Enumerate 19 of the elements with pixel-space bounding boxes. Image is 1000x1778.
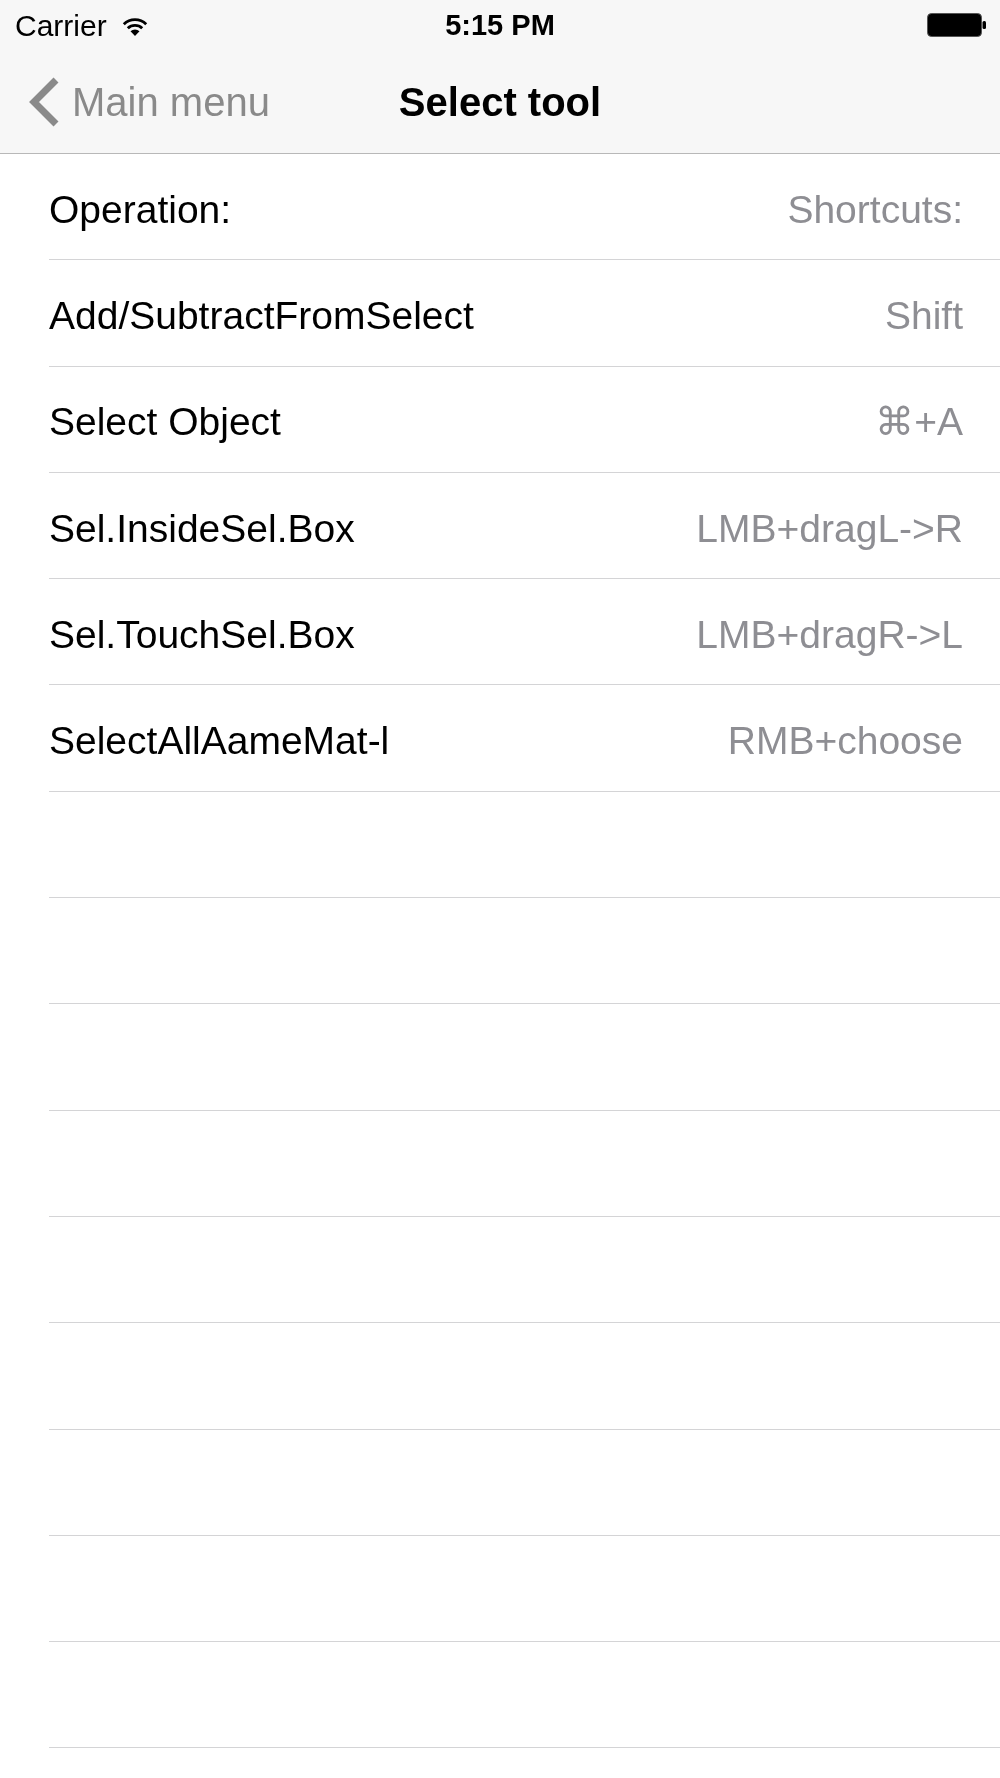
operation-label: Sel.InsideSel.Box — [49, 508, 355, 548]
chevron-left-icon — [29, 77, 60, 127]
operation-label: Add/SubtractFromSelect — [49, 295, 474, 335]
shortcut-label: RMB+choose — [727, 721, 963, 761]
shortcut-label: Shift — [884, 295, 963, 335]
screen-title: Select tool — [398, 82, 602, 122]
back-button[interactable]: Main menu — [29, 77, 270, 127]
column-header: Shortcuts: — [787, 189, 963, 229]
operation-label: SelectAllAameMat-l — [49, 721, 390, 761]
battery-icon — [927, 13, 986, 37]
carrier-label: Carrier — [15, 10, 107, 41]
operation-label: Select Object — [49, 402, 281, 442]
operation-label: Sel.TouchSel.Box — [49, 614, 355, 654]
clock-time: 5:15 PM — [445, 11, 555, 40]
shortcut-label: ⌘+A — [875, 402, 963, 442]
column-header: Operation: — [49, 189, 232, 229]
shortcut-label: LMB+dragR->L — [696, 614, 963, 654]
shortcut-label: LMB+dragL->R — [696, 508, 963, 548]
wifi-icon — [120, 15, 149, 36]
